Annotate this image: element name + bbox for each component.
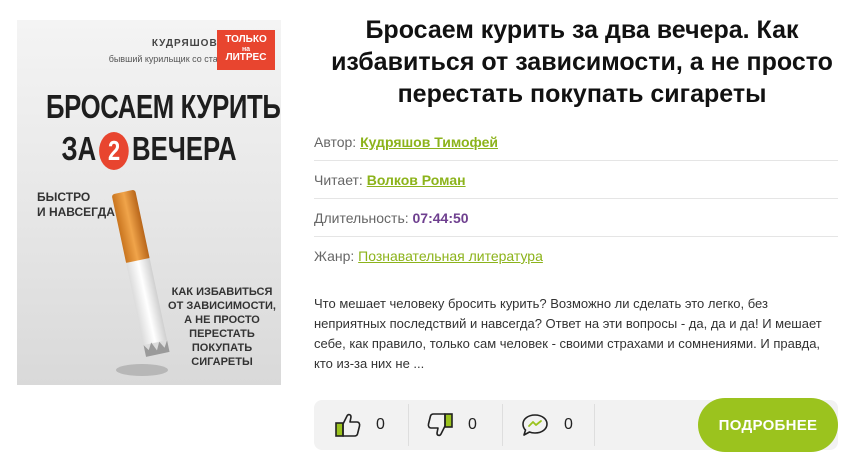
dislike-button[interactable]: 0 <box>426 400 477 450</box>
reader-label: Читает: <box>314 172 363 188</box>
exclusive-badge: ТОЛЬКО на ЛИТРЕС <box>217 30 275 70</box>
duration-label: Длительность: <box>314 210 409 226</box>
cover-bottom-line: А НЕ ПРОСТО <box>184 314 260 327</box>
meta-reader-row: Читает: Волков Роман <box>314 162 838 199</box>
cover-bottom-line: ПОКУПАТЬ <box>191 342 253 355</box>
reader-link[interactable]: Волков Роман <box>367 172 466 188</box>
meta-genre-row: Жанр: Познавательная литература <box>314 238 838 274</box>
cover-subtitle: БЫСТРО И НАВСЕГДА <box>37 190 117 220</box>
divider <box>594 404 595 446</box>
cover-bottom-text: КАК ИЗБАВИТЬСЯ ОТ ЗАВИСИМОСТИ, А НЕ ПРОС… <box>167 285 277 369</box>
meta-duration-row: Длительность: 07:44:50 <box>314 200 838 237</box>
cover-title-za: ЗА <box>61 130 97 167</box>
book-description: Что мешает человеку бросить курить? Возм… <box>314 296 822 371</box>
cover-bottom-line: СИГАРЕТЫ <box>191 356 253 369</box>
badge-line-3: ЛИТРЕС <box>225 51 267 63</box>
like-button[interactable]: 0 <box>334 400 385 450</box>
comment-count: 0 <box>564 416 573 433</box>
comment-icon <box>522 414 548 436</box>
badge-line-1: ТОЛЬКО <box>225 34 267 45</box>
cover-subtitle-line-2: И НАВСЕГДА <box>37 205 115 219</box>
cigarette-illustration <box>112 190 170 376</box>
book-cover[interactable]: КУДРЯШОВ Т., бывший курильщик со стажем … <box>17 20 281 385</box>
dislike-count: 0 <box>468 416 477 433</box>
cover-title-vechera: ВЕЧЕРА <box>132 130 237 167</box>
like-count: 0 <box>376 416 385 433</box>
cover-subtitle-line-1: БЫСТРО <box>37 190 91 204</box>
cover-title-line-2: ЗА 2 ВЕЧЕРА <box>46 130 252 171</box>
duration-value: 07:44:50 <box>412 210 469 226</box>
author-label: Автор: <box>314 134 357 150</box>
cover-bottom-line: КАК ИЗБАВИТЬСЯ <box>171 286 273 298</box>
author-link[interactable]: Кудряшов Тимофей <box>360 134 498 150</box>
divider <box>408 404 409 446</box>
cover-bottom-line: ПЕРЕСТАТЬ <box>189 328 255 341</box>
cover-title-line-1: БРОСАЕМ КУРИТЬ <box>46 88 281 125</box>
cover-author-sub: бывший курильщик со стажем <box>108 54 235 64</box>
comment-button[interactable]: 0 <box>520 400 573 450</box>
divider <box>502 404 503 446</box>
cover-author: КУДРЯШОВ Т., <box>151 38 235 49</box>
cover-title-number: 2 <box>99 132 129 171</box>
meta-author-row: Автор: Кудряшов Тимофей <box>314 124 838 161</box>
thumbs-down-icon <box>427 413 453 437</box>
genre-label: Жанр: <box>314 248 355 264</box>
more-button[interactable]: ПОДРОБНЕЕ <box>698 398 838 452</box>
genre-link[interactable]: Познавательная литература <box>358 248 543 264</box>
book-title: Бросаем курить за два вечера. Как избави… <box>331 16 833 108</box>
thumbs-up-icon <box>335 413 361 437</box>
cover-bottom-line: ОТ ЗАВИСИМОСТИ, <box>168 300 276 313</box>
